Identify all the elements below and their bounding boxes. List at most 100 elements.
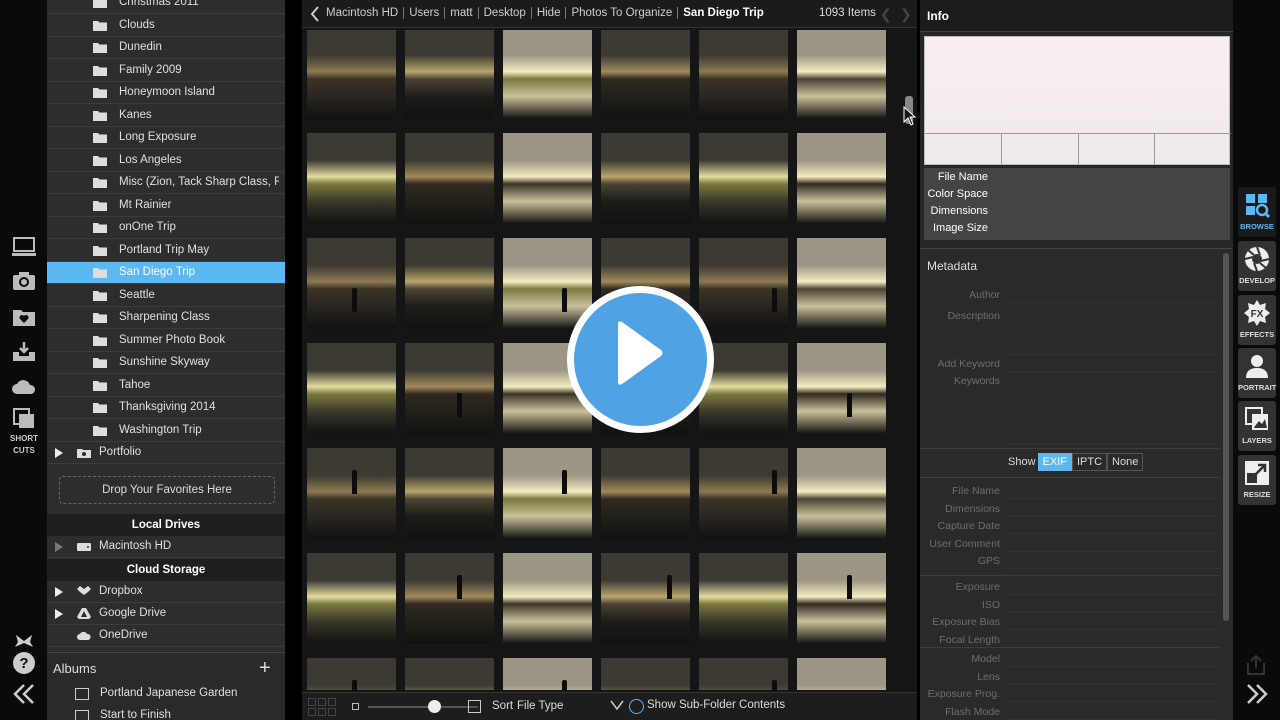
breadcrumb-item[interactable]: Macintosh HD <box>326 7 405 19</box>
folder-item[interactable]: Sunshine Skyway <box>47 352 285 374</box>
breadcrumb-item[interactable]: Hide <box>532 7 567 19</box>
photo-thumbnail[interactable] <box>797 448 886 539</box>
photo-thumbnail[interactable] <box>797 553 886 644</box>
folder-item[interactable]: Seattle <box>47 285 285 307</box>
photo-thumbnail[interactable] <box>699 133 788 224</box>
photo-thumbnail[interactable] <box>405 133 494 224</box>
folder-item[interactable]: Sharpening Class <box>47 307 285 329</box>
folder-item[interactable]: Honeymoon Island <box>47 82 285 104</box>
expand-triangle-icon[interactable] <box>55 542 63 552</box>
grid-view-icon[interactable] <box>308 698 336 716</box>
chevron-down-icon[interactable] <box>610 699 624 711</box>
next-icon[interactable]: ❯ <box>900 6 912 22</box>
resize-module-button[interactable]: RESIZE <box>1238 455 1276 505</box>
photo-thumbnail[interactable] <box>503 30 592 119</box>
expand-triangle-icon[interactable] <box>55 587 63 597</box>
folder-item[interactable]: Thanksgiving 2014 <box>47 397 285 419</box>
album-item[interactable]: Portland Japanese Garden <box>47 683 285 705</box>
folder-item[interactable]: Mt Rainier <box>47 195 285 217</box>
shortcuts-button[interactable]: SHORT CUTS <box>4 406 44 470</box>
photo-thumbnail[interactable] <box>503 238 592 329</box>
folder-item[interactable]: Los Angeles <box>47 150 285 172</box>
computer-icon[interactable] <box>6 232 42 262</box>
photo-thumbnail[interactable] <box>699 448 788 539</box>
back-arrow-icon[interactable] <box>310 6 320 22</box>
camera-icon[interactable] <box>6 266 42 296</box>
help-icon[interactable]: ? <box>10 650 38 676</box>
breadcrumb-item[interactable]: Desktop <box>479 7 532 19</box>
browse-module-button[interactable]: BROWSE <box>1238 187 1276 237</box>
photo-thumbnail[interactable] <box>307 238 396 329</box>
photo-thumbnail[interactable] <box>797 238 886 329</box>
photo-thumbnail[interactable] <box>405 343 494 434</box>
expand-triangle-icon[interactable] <box>55 609 63 619</box>
photo-thumbnail[interactable] <box>307 658 396 690</box>
folder-item[interactable]: Portland Trip May <box>47 240 285 262</box>
share-icon[interactable] <box>1245 654 1267 676</box>
macintosh-hd-drive[interactable]: Macintosh HD <box>47 536 285 558</box>
add-keyword-field[interactable] <box>1006 356 1220 372</box>
description-field[interactable] <box>1006 307 1220 355</box>
add-album-icon[interactable]: + <box>259 657 271 680</box>
photo-thumbnail[interactable] <box>307 343 396 434</box>
keywords-field[interactable] <box>1006 373 1220 445</box>
photo-thumbnail[interactable] <box>503 448 592 539</box>
photo-thumbnail[interactable] <box>601 133 690 224</box>
photo-thumbnail[interactable] <box>797 30 886 119</box>
breadcrumb-item[interactable]: Photos To Organize <box>566 7 679 19</box>
photo-thumbnail[interactable] <box>405 448 494 539</box>
sort-dropdown[interactable]: File Type <box>517 700 563 712</box>
collapse-right-panel-icon[interactable] <box>1245 682 1269 706</box>
cloud-icon[interactable] <box>6 372 42 402</box>
folder-item[interactable]: Tahoe <box>47 375 285 397</box>
photo-thumbnail[interactable] <box>503 133 592 224</box>
photo-thumbnail[interactable] <box>307 133 396 224</box>
photo-thumbnail[interactable] <box>601 30 690 119</box>
photo-thumbnail[interactable] <box>797 133 886 224</box>
folder-item[interactable]: San Diego Trip <box>47 262 285 284</box>
folder-item[interactable]: Washington Trip <box>47 420 285 442</box>
album-item[interactable]: Start to Finish <box>47 705 285 720</box>
folder-item[interactable]: Long Exposure <box>47 127 285 149</box>
folder-item[interactable]: Misc (Zion, Tack Sharp Class, R... <box>47 172 285 194</box>
expand-triangle-icon[interactable] <box>55 448 63 458</box>
folder-item[interactable]: Dunedin <box>47 37 285 59</box>
breadcrumb-item[interactable]: matt <box>445 7 479 19</box>
video-play-button[interactable] <box>567 286 714 433</box>
onedrive-drive[interactable]: OneDrive <box>47 625 285 647</box>
photo-thumbnail[interactable] <box>307 553 396 644</box>
large-thumb-icon[interactable] <box>468 700 481 713</box>
portfolio-folder[interactable]: Portfolio <box>47 442 285 464</box>
photo-thumbnail[interactable] <box>405 30 494 119</box>
photo-thumbnail[interactable] <box>699 658 788 690</box>
subfolder-toggle[interactable] <box>629 699 644 714</box>
exif-tab[interactable]: EXIF <box>1037 453 1072 471</box>
photo-thumbnail[interactable] <box>797 343 886 434</box>
drop-favorites-zone[interactable]: Drop Your Favorites Here <box>59 476 275 504</box>
folder-item[interactable]: Family 2009 <box>47 60 285 82</box>
folder-item[interactable]: Kanes <box>47 105 285 127</box>
favorites-folder-icon[interactable] <box>6 302 42 332</box>
photo-thumbnail[interactable] <box>405 658 494 690</box>
photo-thumbnail[interactable] <box>601 658 690 690</box>
previous-icon[interactable]: ❮ <box>880 6 892 22</box>
photo-thumbnail[interactable] <box>405 553 494 644</box>
folder-item[interactable]: Clouds <box>47 15 285 37</box>
author-field[interactable] <box>1006 287 1220 303</box>
google-drive[interactable]: Google Drive <box>47 603 285 625</box>
folder-item[interactable]: Christmas 2011 <box>47 0 285 14</box>
breadcrumb-item[interactable]: Users <box>404 7 446 19</box>
thumbnail-size-handle[interactable] <box>428 700 441 713</box>
photo-thumbnail[interactable] <box>699 238 788 329</box>
photo-thumbnail[interactable] <box>601 553 690 644</box>
photo-thumbnail[interactable] <box>699 30 788 119</box>
develop-module-button[interactable]: DEVELOP <box>1238 241 1276 291</box>
photo-thumbnail[interactable] <box>797 658 886 690</box>
import-tray-icon[interactable] <box>6 337 42 367</box>
photo-thumbnail[interactable] <box>503 553 592 644</box>
thumbnail-size-slider[interactable] <box>368 706 478 708</box>
photo-thumbnail[interactable] <box>699 553 788 644</box>
portrait-module-button[interactable]: PORTRAIT <box>1238 348 1276 398</box>
iptc-tab[interactable]: IPTC <box>1071 453 1108 471</box>
photo-thumbnail[interactable] <box>307 448 396 539</box>
